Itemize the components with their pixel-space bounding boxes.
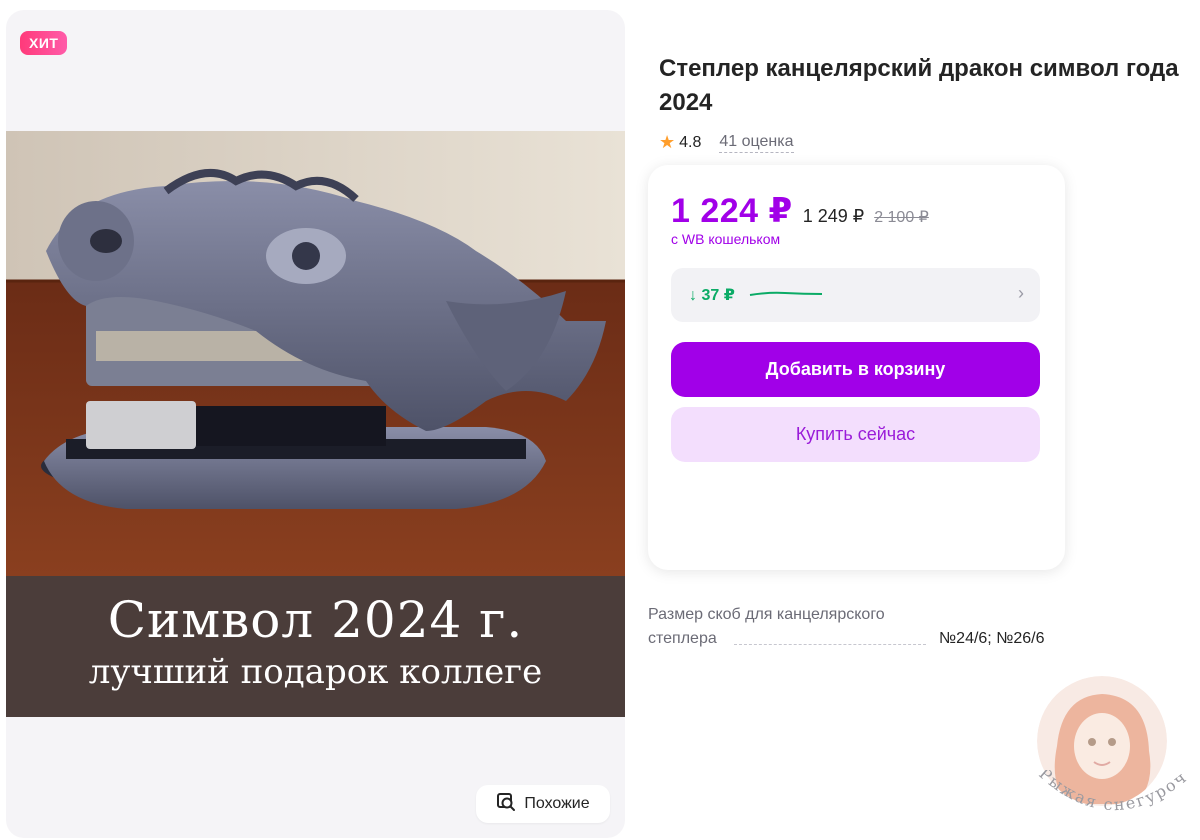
visual-search-icon [496, 792, 516, 817]
hit-badge: ХИТ [20, 31, 68, 55]
product-photo[interactable]: Символ 2024 г. лучший подарок коллеге [6, 131, 625, 717]
watermark-text: Рыжая снегурочка [1022, 755, 1198, 840]
price-history-delta: ↓ 37 ₽ [689, 287, 735, 304]
buy-card: 1 224 ₽ 1 249 ₽ 2 100 ₽ с WB кошельком ↓… [648, 165, 1065, 570]
caption-title: Символ 2024 г. [107, 591, 524, 649]
regular-price: 1 249 ₽ [802, 206, 865, 226]
photo-caption-band: Символ 2024 г. лучший подарок коллеге [6, 576, 625, 717]
wallet-note: с WB кошельком [671, 231, 781, 247]
price-sparkline-icon [749, 286, 823, 304]
chevron-right-icon: › [1018, 283, 1024, 303]
similar-label: Похожие [524, 795, 590, 812]
spec-divider [734, 644, 926, 645]
product-page: ХИТ Символ 2024 г. лучший подарок коллег… [0, 0, 1200, 840]
wallet-price: 1 224 ₽ [671, 192, 793, 230]
caption-subtitle: лучший подарок коллеге [88, 652, 543, 692]
spec-row: Размер скоб для канцелярского степлера №… [648, 603, 1068, 651]
product-gallery[interactable]: ХИТ Символ 2024 г. лучший подарок коллег… [6, 10, 625, 838]
add-to-cart-button[interactable]: Добавить в корзину [671, 342, 1040, 397]
star-icon: ★ [659, 132, 676, 152]
rating-value: 4.8 [679, 133, 702, 151]
old-price: 2 100 ₽ [874, 209, 929, 226]
spec-value: №24/6; №26/6 [939, 630, 1045, 647]
price-history-row[interactable]: ↓ 37 ₽ › [671, 268, 1040, 322]
similar-button[interactable]: Похожие [476, 785, 610, 823]
product-title: Степлер канцелярский дракон символ года … [659, 55, 1179, 116]
svg-text:Рыжая снегурочка: Рыжая снегурочка [1028, 770, 1191, 814]
price-line: 1 224 ₽ 1 249 ₽ 2 100 ₽ [671, 191, 929, 231]
buy-now-button[interactable]: Купить сейчас [671, 407, 1040, 462]
reviews-link[interactable]: 41 оценка [719, 133, 794, 153]
rating-row: ★ 4.8 41 оценка [659, 132, 794, 153]
